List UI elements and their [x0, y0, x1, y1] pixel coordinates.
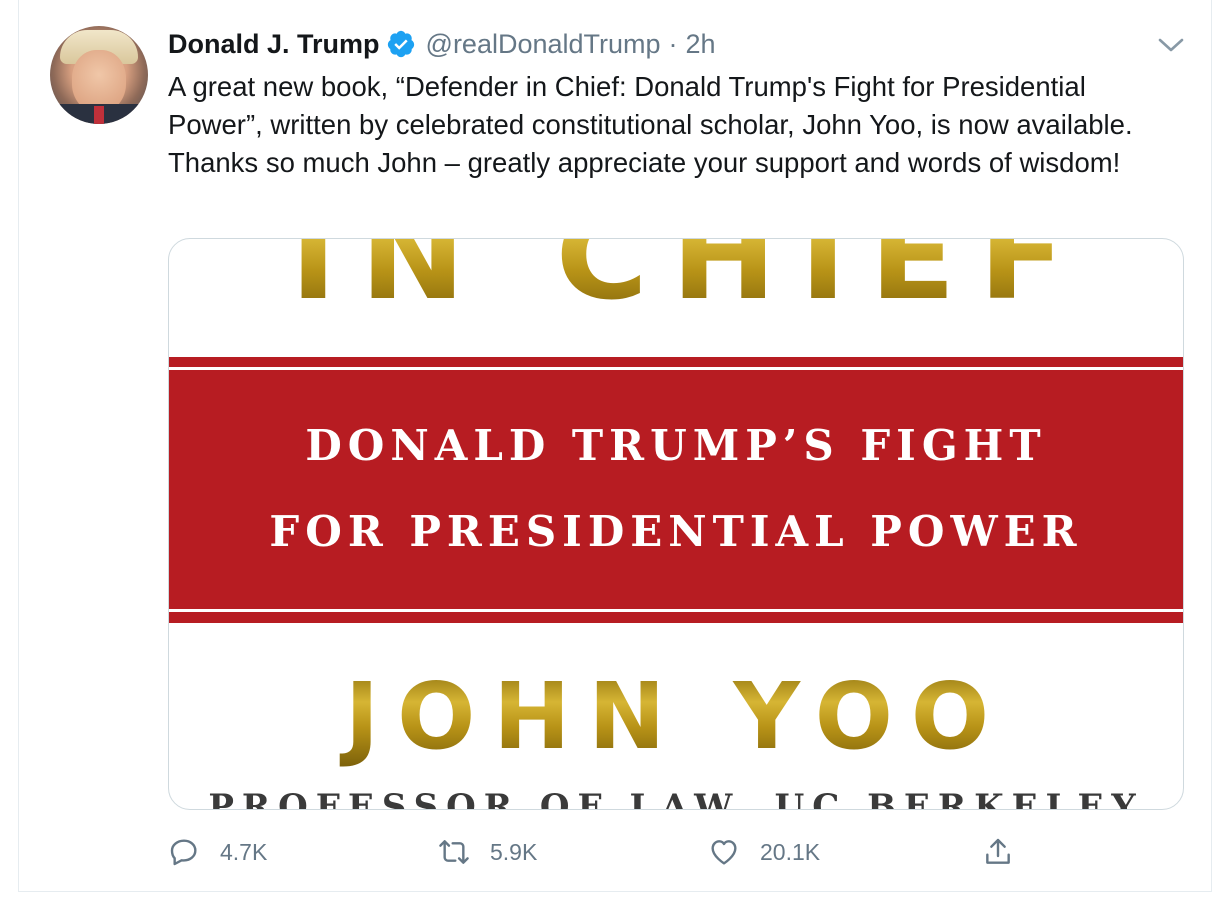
share-button[interactable] [982, 836, 1034, 868]
avatar-tie [94, 106, 104, 124]
cover-title-fragment: IN CHIEF [259, 239, 1120, 323]
author-handle[interactable]: @realDonaldTrump [426, 29, 661, 60]
heart-icon [711, 840, 737, 865]
cover-subtitle-line1: DONALD TRUMP’S FIGHT [305, 421, 1047, 470]
separator-dot: · [668, 28, 678, 59]
retweet-button[interactable]: 5.9K [438, 836, 537, 868]
reply-count: 4.7K [220, 838, 268, 865]
like-count: 20.1K [760, 838, 821, 865]
avatar-face [72, 50, 126, 112]
band-stripe-bottom [169, 609, 1183, 612]
cover-red-band: DONALD TRUMP’S FIGHT FOR PRESIDENTIAL PO… [169, 357, 1183, 623]
reply-icon [170, 839, 197, 866]
reply-button[interactable]: 4.7K [168, 836, 267, 868]
cover-subtitle-line2: FOR PRESIDENTIAL POWER [269, 507, 1083, 556]
tweet-media-image[interactable]: IN CHIEF DONALD TRUMP’S FIGHT FOR PRESID… [168, 238, 1184, 810]
tweet-actions: 4.7K 5.9K 20.1K [168, 836, 1068, 872]
verified-badge-icon [386, 29, 416, 59]
avatar[interactable] [50, 26, 148, 124]
author-name[interactable]: Donald J. Trump [168, 29, 380, 60]
like-button[interactable]: 20.1K [708, 836, 820, 868]
cover-author-title: PROFESSOR OF LAW, UC BERKELEY [208, 787, 1144, 810]
tweet-text: A great new book, “Defender in Chief: Do… [168, 71, 1133, 178]
band-stripe-top [169, 367, 1183, 370]
tweet-header: Donald J. Trump @realDonaldTrump · 2h [168, 26, 716, 62]
retweet-count: 5.9K [490, 838, 538, 865]
cover-author: JOHN YOO [169, 667, 1183, 767]
tweet-timestamp[interactable]: 2h [686, 29, 716, 60]
share-icon [986, 838, 1010, 864]
retweet-icon [439, 840, 469, 864]
chevron-down-icon[interactable] [1156, 34, 1186, 56]
